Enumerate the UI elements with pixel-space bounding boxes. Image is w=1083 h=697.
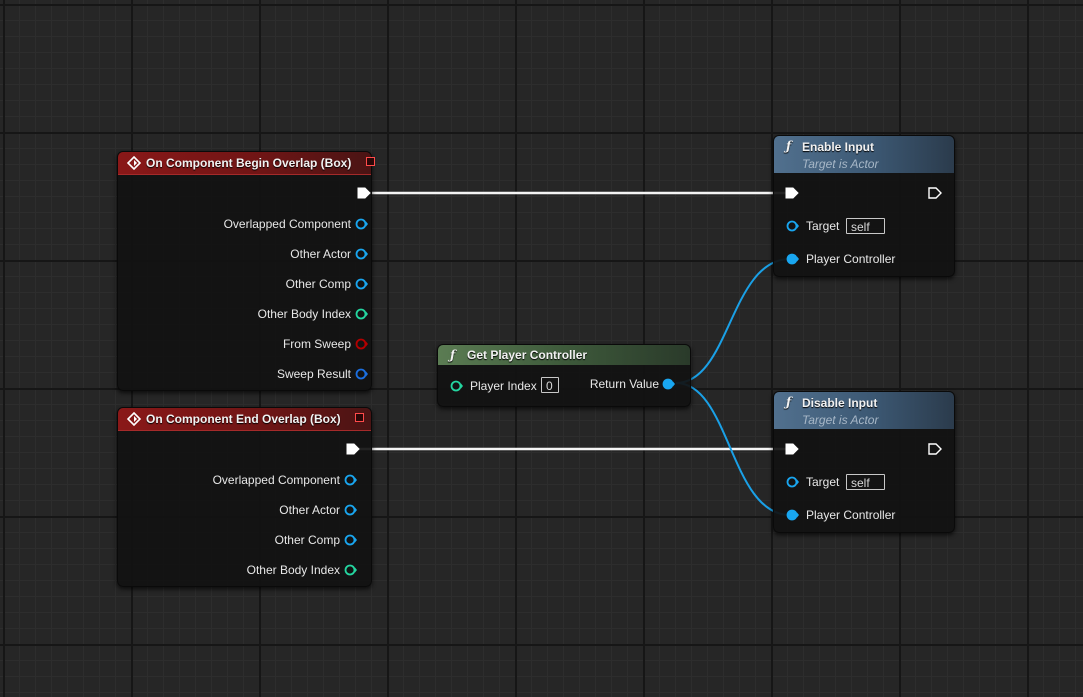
pin-label-player-controller: Player Controller [806,252,896,266]
close-icon[interactable] [366,157,375,166]
node-subtitle: Target is Actor [802,157,879,171]
int-pin-icon[interactable] [355,308,369,320]
object-pin-icon[interactable] [786,476,800,488]
object-pin-icon[interactable] [344,474,358,486]
node-title: On Component Begin Overlap (Box) [146,156,352,170]
node-title: Enable Input [802,140,874,154]
object-pin-icon[interactable] [355,278,369,290]
struct-pin-icon[interactable] [355,368,369,380]
object-pin-icon[interactable] [786,220,800,232]
function-icon: ƒ [450,348,456,362]
node-title: On Component End Overlap (Box) [146,412,341,426]
player-index-input[interactable]: 0 [541,377,559,393]
node-enable-input[interactable]: ƒ Enable Input Target is Actor Target se… [773,135,955,277]
event-diamond-icon [127,412,141,426]
exec-in-pin[interactable] [785,187,799,199]
pin-label-other-body-index: Other Body Index [257,307,351,321]
pin-label-other-actor: Other Actor [290,247,351,261]
object-pin-icon[interactable] [344,534,358,546]
object-pin-icon[interactable] [344,504,358,516]
exec-out-pin[interactable] [357,187,371,199]
pin-label-other-comp: Other Comp [285,277,351,291]
pin-label-player-index: Player Index [470,379,537,393]
pin-label-sweep-result: Sweep Result [276,367,351,381]
pin-label-other-actor: Other Actor [279,503,340,517]
object-pin-icon[interactable] [786,253,800,265]
int-pin-icon[interactable] [450,380,464,392]
node-title: Get Player Controller [467,348,588,362]
target-input[interactable]: self [846,474,885,490]
node-title: Disable Input [802,396,878,410]
node-end-overlap[interactable]: On Component End Overlap (Box) Overlappe… [117,407,372,587]
exec-out-pin[interactable] [346,443,360,455]
int-pin-icon[interactable] [344,564,358,576]
object-wire-controller-to-enable[interactable] [675,258,791,384]
pin-label-other-body-index: Other Body Index [246,563,340,577]
object-pin-icon[interactable] [786,509,800,521]
exec-out-pin[interactable] [928,187,942,199]
pin-label-return-value: Return Value [589,377,659,391]
object-pin-icon[interactable] [662,378,676,390]
object-pin-icon[interactable] [355,218,369,230]
node-begin-overlap[interactable]: On Component Begin Overlap (Box) Overlap… [117,151,375,391]
bool-pin-icon[interactable] [355,338,369,350]
pin-label-from-sweep: From Sweep [282,337,351,351]
exec-in-pin[interactable] [785,443,799,455]
pin-label-overlapped-component: Overlapped Component [212,473,340,487]
node-get-player-controller[interactable]: ƒ Get Player Controller Player Index 0 R… [437,344,691,407]
pin-label-other-comp: Other Comp [274,533,340,547]
function-icon: ƒ [786,395,792,409]
event-diamond-icon [127,156,141,170]
close-icon[interactable] [355,413,364,422]
pin-label-player-controller: Player Controller [806,508,896,522]
target-input[interactable]: self [846,218,885,234]
exec-out-pin[interactable] [928,443,942,455]
pin-label-target: Target [806,219,840,233]
pin-label-overlapped-component: Overlapped Component [223,217,351,231]
pin-label-target: Target [806,475,840,489]
object-pin-icon[interactable] [355,248,369,260]
function-icon: ƒ [786,139,792,153]
node-subtitle: Target is Actor [802,413,879,427]
node-disable-input[interactable]: ƒ Disable Input Target is Actor Target s… [773,391,955,533]
